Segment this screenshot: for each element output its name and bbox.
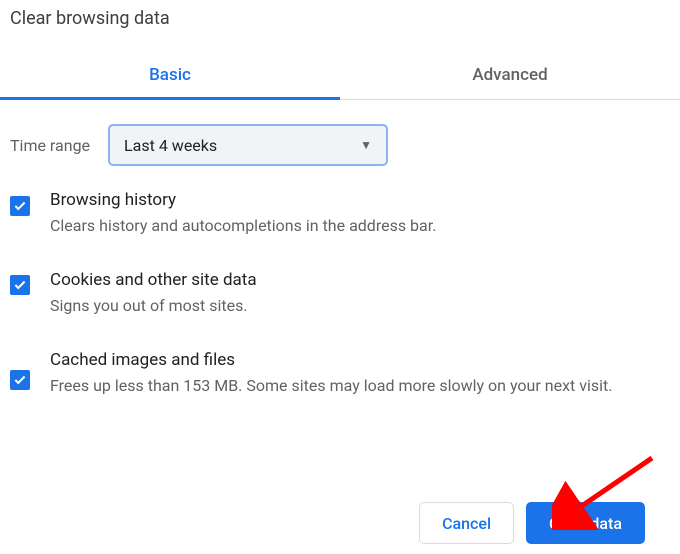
option-cached: Cached images and files Frees up less th… [10, 350, 670, 398]
option-title: Cached images and files [50, 350, 612, 370]
tab-advanced[interactable]: Advanced [340, 51, 680, 99]
option-desc: Clears history and autocompletions in th… [50, 214, 436, 238]
option-browsing-history: Browsing history Clears history and auto… [10, 190, 670, 238]
clear-data-button[interactable]: Clear data [526, 502, 645, 544]
options-list: Browsing history Clears history and auto… [0, 166, 680, 398]
cancel-button[interactable]: Cancel [419, 502, 514, 544]
option-title: Browsing history [50, 190, 436, 210]
time-range-label: Time range [10, 136, 90, 155]
checkbox-browsing-history[interactable] [10, 196, 30, 216]
option-title: Cookies and other site data [50, 270, 257, 290]
chevron-down-icon: ▼ [360, 138, 372, 152]
check-icon [13, 199, 27, 213]
check-icon [13, 373, 27, 387]
dialog-actions: Cancel Clear data [419, 502, 645, 544]
time-range-select[interactable]: Last 4 weeks ▼ [108, 124, 388, 166]
checkbox-cached[interactable] [10, 370, 30, 390]
tabs-bar: Basic Advanced [0, 51, 680, 100]
option-desc: Frees up less than 153 MB. Some sites ma… [50, 374, 612, 398]
dialog-title: Clear browsing data [0, 0, 680, 29]
time-range-value: Last 4 weeks [124, 136, 217, 155]
checkbox-cookies[interactable] [10, 275, 30, 295]
tab-basic[interactable]: Basic [0, 51, 340, 99]
time-range-row: Time range Last 4 weeks ▼ [0, 100, 680, 166]
option-desc: Signs you out of most sites. [50, 294, 257, 318]
option-cookies: Cookies and other site data Signs you ou… [10, 270, 670, 318]
check-icon [13, 278, 27, 292]
